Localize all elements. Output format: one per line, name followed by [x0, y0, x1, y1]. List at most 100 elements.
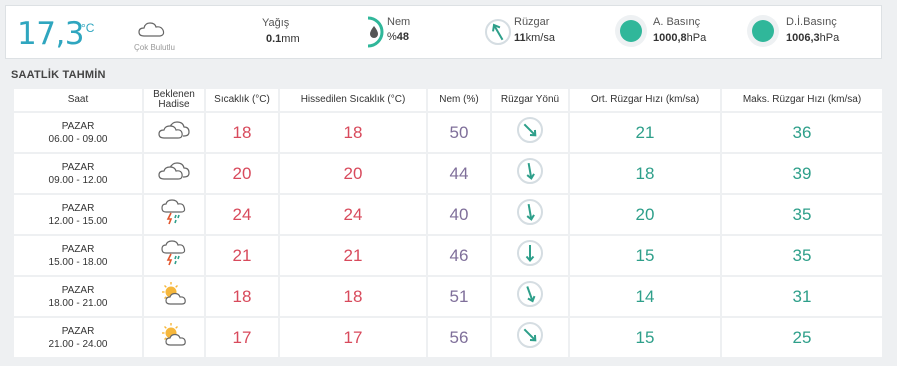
partly-cloudy-icon: [159, 281, 189, 312]
time-range: 12.00 - 15.00: [48, 215, 108, 227]
time-cell: PAZAR 18.00 - 21.00: [12, 275, 144, 318]
time-cell: PAZAR 12.00 - 15.00: [12, 193, 144, 236]
header-temperature: Sıcaklık (°C): [204, 87, 280, 113]
avg-wind-cell: 20: [568, 193, 722, 236]
day-label: PAZAR: [61, 325, 95, 337]
time-range: 15.00 - 18.00: [48, 256, 108, 268]
wind-arrow-icon: [516, 157, 544, 190]
humidity-label: Nem: [387, 16, 411, 28]
temperature-unit: °C: [81, 21, 95, 35]
condition-cell: [142, 193, 206, 236]
table-row: PAZAR 09.00 - 12.00 20 20 44 18 39: [12, 152, 884, 195]
rain-label: Yağış: [262, 17, 290, 29]
pressure-icon: [615, 15, 647, 47]
humidity-cell: 40: [426, 193, 492, 236]
header-time: Saat: [12, 87, 144, 113]
avg-wind-cell: 14: [568, 275, 722, 318]
table-header-row: Saat Beklenen Hadise Sıcaklık (°C) Hisse…: [12, 87, 884, 113]
hourly-forecast-table: Saat Beklenen Hadise Sıcaklık (°C) Hisse…: [12, 87, 884, 359]
max-wind-cell: 35: [720, 234, 884, 277]
condition-cell: [142, 275, 206, 318]
avg-wind-cell: 15: [568, 316, 722, 359]
header-max-wind: Maks. Rüzgar Hızı (km/sa): [720, 87, 884, 113]
wind-arrow-icon: [516, 280, 544, 313]
temperature-cell: 17: [204, 316, 280, 359]
time-cell: PAZAR 21.00 - 24.00: [12, 316, 144, 359]
feels-like-cell: 17: [278, 316, 428, 359]
wind-arrow-icon: [516, 116, 544, 149]
feels-like-cell: 18: [278, 275, 428, 318]
feels-like-cell: 18: [278, 111, 428, 154]
partly-cloudy-icon: [159, 322, 189, 353]
cloud-icon: [137, 19, 167, 44]
feels-like-cell: 20: [278, 152, 428, 195]
wind-direction-cell: [490, 152, 570, 195]
sea-pressure-label: D.İ.Basınç: [786, 16, 837, 28]
temperature-cell: 18: [204, 275, 280, 318]
wind-arrow-icon: [516, 321, 544, 354]
current-temperature: 17,3: [17, 16, 85, 52]
time-cell: PAZAR 15.00 - 18.00: [12, 234, 144, 277]
temperature-cell: 20: [204, 152, 280, 195]
humidity-cell: 50: [426, 111, 492, 154]
table-row: PAZAR 18.00 - 21.00 18 18 51 14 31: [12, 275, 884, 318]
wind-direction-cell: [490, 275, 570, 318]
max-wind-cell: 36: [720, 111, 884, 154]
thunderstorm-icon: [160, 198, 188, 231]
wind-direction-cell: [490, 316, 570, 359]
condition-cell: [142, 234, 206, 277]
max-wind-cell: 35: [720, 193, 884, 236]
humidity-cell: 44: [426, 152, 492, 195]
header-feels-like: Hissedilen Sıcaklık (°C): [278, 87, 428, 113]
avg-wind-cell: 21: [568, 111, 722, 154]
feels-like-cell: 21: [278, 234, 428, 277]
header-avg-wind: Ort. Rüzgar Hızı (km/sa): [568, 87, 722, 113]
time-range: 06.00 - 09.00: [48, 133, 108, 145]
current-weather-panel: 17,3 °C Çok Bulutlu Yağış 0.1mm Nem %48 …: [5, 5, 882, 59]
temperature-cell: 24: [204, 193, 280, 236]
table-row: PAZAR 21.00 - 24.00 17 17 56 15 25: [12, 316, 884, 359]
header-humidity: Nem (%): [426, 87, 492, 113]
wind-direction-cell: [490, 111, 570, 154]
sea-pressure-value: 1006,3hPa: [786, 32, 840, 44]
temperature-cell: 21: [204, 234, 280, 277]
wind-direction-icon: [484, 15, 512, 54]
pressure-value: 1000,8hPa: [653, 32, 707, 44]
cloud-icon: [157, 160, 191, 187]
day-label: PAZAR: [61, 243, 95, 255]
table-row: PAZAR 06.00 - 09.00 18 18 50 21 36: [12, 111, 884, 154]
avg-wind-cell: 18: [568, 152, 722, 195]
condition-label: Çok Bulutlu: [134, 43, 175, 52]
table-row: PAZAR 15.00 - 18.00 21 21 46 15 35: [12, 234, 884, 277]
header-wind-direction: Rüzgar Yönü: [490, 87, 570, 113]
day-label: PAZAR: [61, 161, 95, 173]
humidity-cell: 56: [426, 316, 492, 359]
condition-cell: [142, 316, 206, 359]
header-condition: Beklenen Hadise: [142, 87, 206, 113]
time-range: 18.00 - 21.00: [48, 297, 108, 309]
wind-arrow-icon: [516, 198, 544, 231]
feels-like-cell: 24: [278, 193, 428, 236]
max-wind-cell: 39: [720, 152, 884, 195]
avg-wind-cell: 15: [568, 234, 722, 277]
wind-direction-cell: [490, 234, 570, 277]
wind-arrow-icon: [516, 239, 544, 272]
thunderstorm-icon: [160, 239, 188, 272]
table-row: PAZAR 12.00 - 15.00 24 24 40 20 35: [12, 193, 884, 236]
humidity-gauge-icon: [362, 15, 386, 54]
wind-value: 11km/sa: [514, 32, 555, 44]
time-range: 21.00 - 24.00: [48, 338, 108, 350]
humidity-value: %48: [387, 31, 410, 43]
humidity-cell: 46: [426, 234, 492, 277]
day-label: PAZAR: [61, 202, 95, 214]
day-label: PAZAR: [61, 284, 95, 296]
sea-pressure-icon: [747, 15, 779, 47]
rain-value: 0.1mm: [266, 33, 300, 45]
max-wind-cell: 31: [720, 275, 884, 318]
max-wind-cell: 25: [720, 316, 884, 359]
day-label: PAZAR: [61, 120, 95, 132]
cloud-icon: [157, 119, 191, 146]
humidity-cell: 51: [426, 275, 492, 318]
condition-cell: [142, 111, 206, 154]
temperature-cell: 18: [204, 111, 280, 154]
